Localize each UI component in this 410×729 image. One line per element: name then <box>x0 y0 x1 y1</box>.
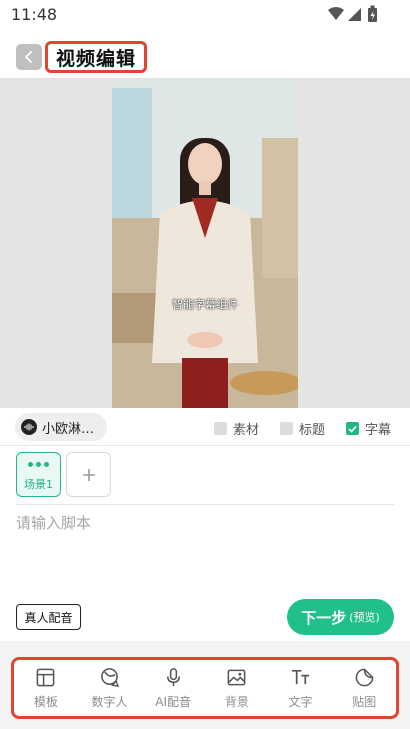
next-sublabel: (预览) <box>349 611 380 624</box>
title-option-label: 标题 <box>299 423 326 438</box>
tool-text-label: 文字 <box>288 694 313 709</box>
divider <box>16 504 394 505</box>
status-icons <box>328 5 377 22</box>
tool-sticker[interactable]: 贴图 <box>332 660 396 716</box>
text-icon <box>291 669 310 684</box>
script-input[interactable] <box>16 512 394 592</box>
caption-option[interactable]: 字幕 <box>346 419 391 438</box>
tool-ai-voice-label: AI配音 <box>155 694 192 709</box>
scene-card[interactable]: 场景1 <box>16 452 61 497</box>
wifi-icon <box>328 7 344 20</box>
plus-icon <box>82 468 95 481</box>
tool-background[interactable]: 背景 <box>205 660 269 716</box>
page-title: 视频编辑 <box>55 47 136 70</box>
voice-selector[interactable]: 小欧淋… <box>15 413 107 441</box>
sticker-icon <box>355 668 374 686</box>
tool-digital-human-label: 数字人 <box>91 694 128 709</box>
tool-ai-voice[interactable]: AI配音 <box>141 660 205 716</box>
image-icon <box>227 669 246 685</box>
voice-name: 小欧淋… <box>42 421 95 437</box>
scene-label: 场景1 <box>24 478 53 491</box>
bottom-toolbar: 模板 数字人 AI配音 背景 文字 贴图 <box>11 657 399 719</box>
next-button[interactable]: 下一步 (预览) <box>287 599 394 635</box>
tool-text[interactable]: 文字 <box>269 660 333 716</box>
caption-label: 字幕 <box>365 423 392 438</box>
digital-human-icon <box>101 667 120 687</box>
caption-checkbox[interactable] <box>346 422 359 435</box>
tool-digital-human[interactable]: 数字人 <box>78 660 142 716</box>
scene-dots-icon <box>17 462 60 467</box>
material-label: 素材 <box>233 423 260 438</box>
subtitle-text: 智能字幕组件 <box>172 298 238 311</box>
tool-template[interactable]: 模板 <box>14 660 78 716</box>
video-preview-area: 智能字幕组件 <box>0 78 410 408</box>
next-label: 下一步 <box>301 608 347 627</box>
video-preview[interactable]: 智能字幕组件 <box>112 78 298 408</box>
tool-sticker-label: 贴图 <box>352 694 377 709</box>
real-voice-button[interactable]: 真人配音 <box>16 604 81 630</box>
material-option[interactable]: 素材 <box>214 419 259 438</box>
chevron-left-icon <box>25 51 32 63</box>
options-row: 小欧淋… 素材 标题 字幕 <box>0 408 410 446</box>
title-highlight: 视频编辑 <box>45 41 147 73</box>
status-bar: 11:48 <box>0 0 410 30</box>
voice-wave-icon <box>21 419 37 435</box>
tool-background-label: 背景 <box>224 694 249 709</box>
status-time: 11:48 <box>11 5 58 24</box>
tool-template-label: 模板 <box>33 694 58 709</box>
signal-icon <box>348 8 361 21</box>
check-icon <box>348 425 357 433</box>
header: 视频编辑 <box>0 30 410 78</box>
back-button[interactable] <box>16 44 42 70</box>
template-icon <box>36 668 55 686</box>
presenter-image <box>112 78 298 408</box>
title-option[interactable]: 标题 <box>280 419 325 438</box>
add-scene-button[interactable] <box>66 452 111 497</box>
microphone-icon <box>166 667 180 686</box>
title-checkbox[interactable] <box>280 422 293 435</box>
material-checkbox[interactable] <box>214 422 227 435</box>
